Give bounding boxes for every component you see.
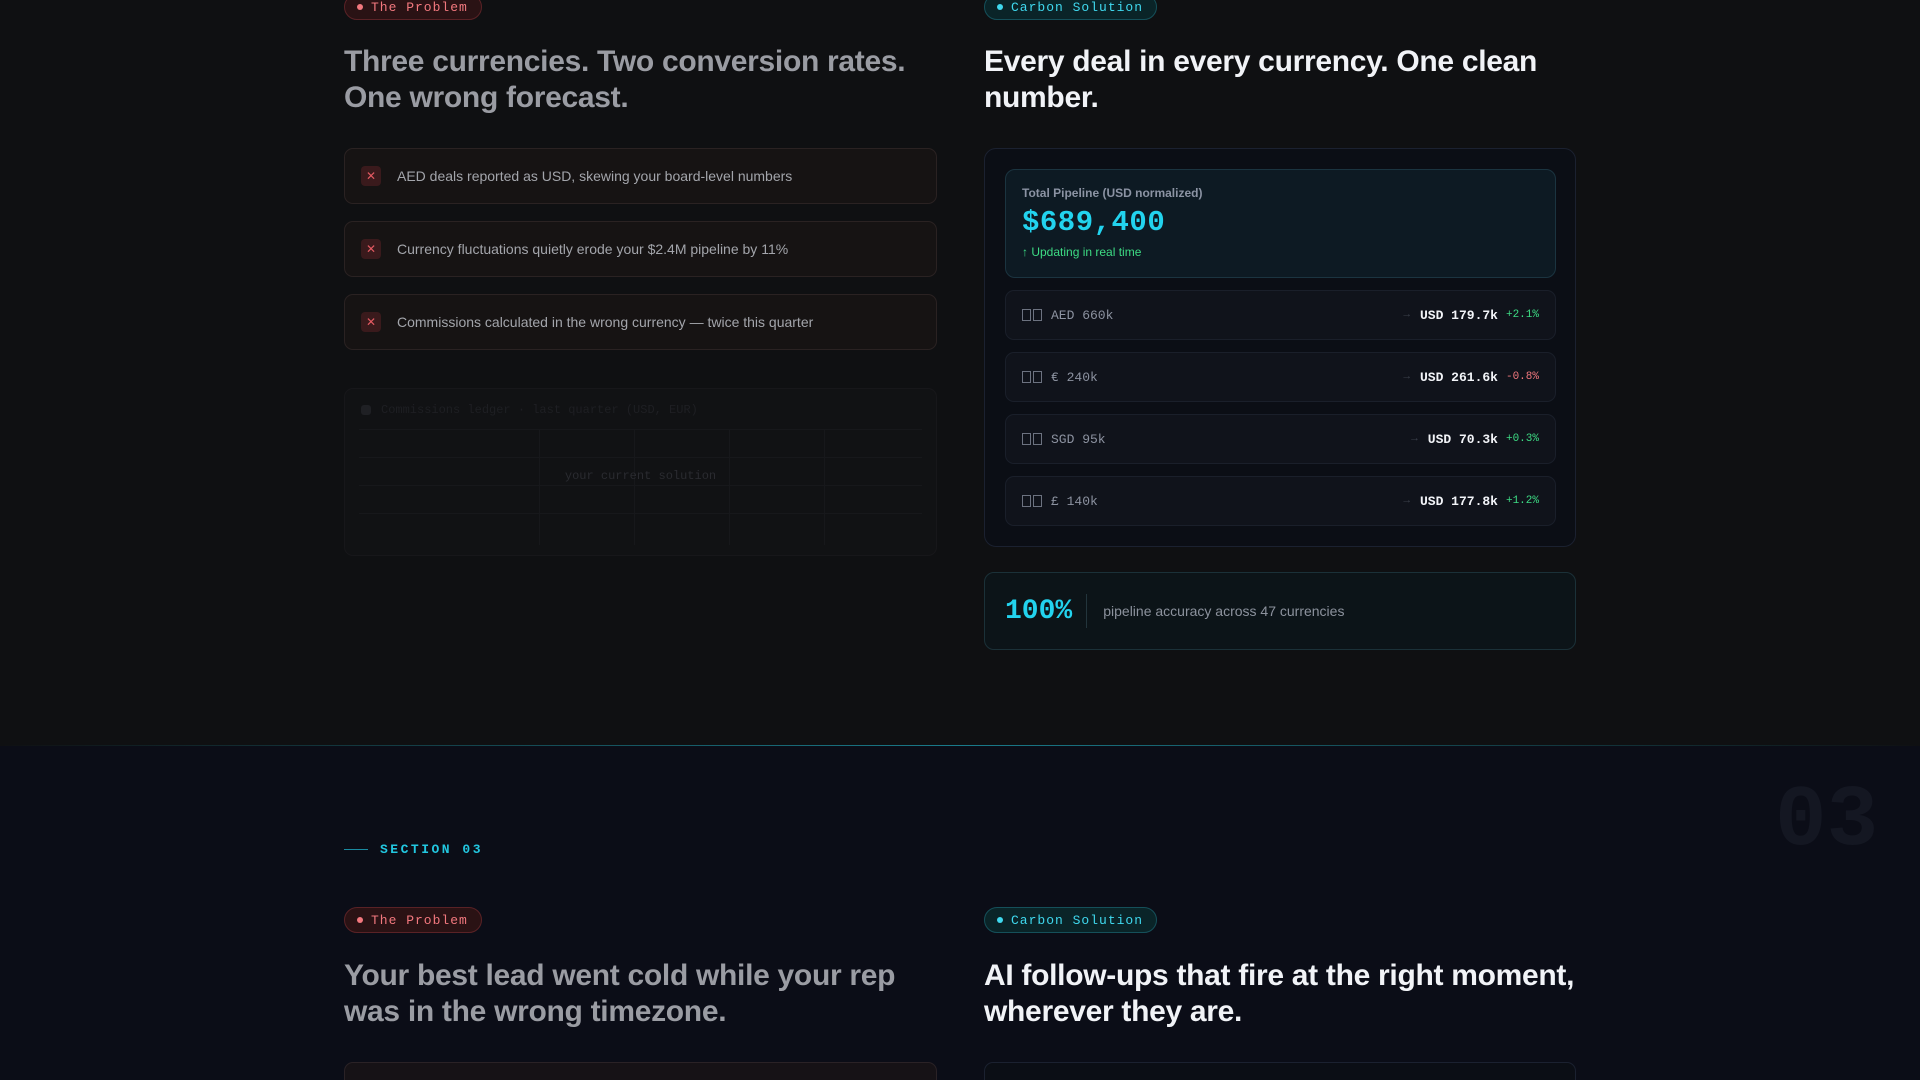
currency-usd-value: USD 261.6k bbox=[1419, 369, 1498, 385]
problem-heading-line1: Your best lead went cold while your rep bbox=[344, 959, 896, 992]
arrow-right-icon: → bbox=[1403, 371, 1410, 383]
total-pipeline-label: Total Pipeline (USD normalized) bbox=[1022, 186, 1203, 200]
solution-card-partial bbox=[984, 1062, 1576, 1080]
currency-source: £ 140k bbox=[1051, 493, 1098, 509]
problem-list: ✕ AED deals reported as USD, skewing you… bbox=[344, 0, 937, 746]
currency-change: +1.2% bbox=[1505, 495, 1539, 507]
ghost-center-text: your current solution bbox=[564, 469, 717, 483]
page: The Problem Three currencies. Two conver… bbox=[0, 0, 1920, 1080]
currency-conversion: → USD 70.3k +0.3% bbox=[1411, 432, 1539, 447]
faded-current-solution-table: Commissions ledger · last quarter (USD, … bbox=[344, 388, 937, 556]
section-label-text: SECTION 03 bbox=[380, 842, 484, 857]
problem-item: ✕ Currency fluctuations quietly erode yo… bbox=[344, 221, 937, 277]
solution-pill-label: Carbon Solution bbox=[1011, 912, 1144, 928]
problem-column-03: The Problem bbox=[344, 907, 937, 933]
flag-icon bbox=[1022, 371, 1042, 383]
problem-item-text: AED deals reported as USD, skewing your … bbox=[397, 168, 793, 184]
currency-source: SGD 95k bbox=[1051, 431, 1106, 447]
arrow-right-icon: → bbox=[1411, 433, 1418, 445]
ghost-grid bbox=[359, 429, 922, 545]
currency-change: -0.8% bbox=[1505, 371, 1539, 383]
currency-conversion: → USD 177.8k +1.2% bbox=[1403, 494, 1539, 509]
total-pipeline-value: $689,400 bbox=[1022, 206, 1166, 239]
currency-row: AED 660k → USD 179.7k +2.1% bbox=[1005, 290, 1556, 340]
currency-row: € 240k → USD 261.6k -0.8% bbox=[1005, 352, 1556, 402]
section-02: The Problem Three currencies. Two conver… bbox=[0, 0, 1920, 746]
ghost-col bbox=[729, 429, 730, 545]
currency-panel: Total Pipeline (USD normalized) $689,400… bbox=[984, 148, 1576, 547]
solution-heading-03: AI follow-ups that fire at the right mom… bbox=[984, 958, 1576, 1030]
section-number-watermark: 03 bbox=[1775, 772, 1879, 870]
currency-usd-value: USD 70.3k bbox=[1427, 431, 1498, 447]
currency-source: € 240k bbox=[1051, 369, 1098, 385]
x-mark-icon: ✕ bbox=[361, 166, 381, 186]
flag-icon bbox=[1022, 433, 1042, 445]
accuracy-value: 100% bbox=[1005, 595, 1073, 627]
arrow-right-icon: → bbox=[1403, 495, 1410, 507]
problem-item-text: Currency fluctuations quietly erode your… bbox=[397, 241, 789, 257]
ghost-row bbox=[359, 429, 922, 457]
red-dot-icon bbox=[357, 917, 363, 923]
currency-conversion: → USD 261.6k -0.8% bbox=[1403, 370, 1539, 385]
square-icon bbox=[361, 405, 371, 415]
ghost-col bbox=[539, 429, 540, 545]
problem-heading-line2: was in the wrong timezone. bbox=[344, 995, 727, 1028]
problem-item-text: Commissions calculated in the wrong curr… bbox=[397, 314, 814, 330]
ghost-title-text: Commissions ledger · last quarter (USD, … bbox=[381, 403, 698, 417]
total-pipeline-card: Total Pipeline (USD normalized) $689,400… bbox=[1005, 169, 1556, 278]
currency-change: +0.3% bbox=[1505, 433, 1539, 445]
ghost-row bbox=[359, 485, 922, 513]
currency-change: +2.1% bbox=[1505, 309, 1539, 321]
currency-usd-value: USD 177.8k bbox=[1419, 493, 1498, 509]
problem-heading-03: Your best lead went cold while your rep … bbox=[344, 958, 937, 1030]
solution-heading-line2: wherever they are. bbox=[984, 995, 1243, 1028]
realtime-status: ↑ Updating in real time bbox=[1022, 245, 1142, 259]
flag-icon bbox=[1022, 309, 1042, 321]
currency-conversion: → USD 179.7k +2.1% bbox=[1403, 308, 1539, 323]
arrow-right-icon: → bbox=[1403, 309, 1410, 321]
problem-card-partial bbox=[344, 1062, 937, 1080]
currency-source: AED 660k bbox=[1051, 307, 1114, 323]
section-03 bbox=[0, 746, 1920, 1080]
x-mark-icon: ✕ bbox=[361, 239, 381, 259]
solution-pill: Carbon Solution bbox=[984, 907, 1158, 933]
currency-row: £ 140k → USD 177.8k +1.2% bbox=[1005, 476, 1556, 526]
problem-item: ✕ AED deals reported as USD, skewing you… bbox=[344, 148, 937, 204]
solution-visual: Total Pipeline (USD normalized) $689,400… bbox=[984, 0, 1576, 746]
accuracy-stat: 100% pipeline accuracy across 47 currenc… bbox=[984, 572, 1576, 650]
x-mark-icon: ✕ bbox=[361, 312, 381, 332]
solution-column-03: Carbon Solution bbox=[984, 907, 1576, 933]
problem-pill: The Problem bbox=[344, 907, 482, 933]
ghost-row bbox=[359, 513, 922, 541]
ghost-title: Commissions ledger · last quarter (USD, … bbox=[361, 403, 698, 417]
currency-row: SGD 95k → USD 70.3k +0.3% bbox=[1005, 414, 1556, 464]
flag-icon bbox=[1022, 495, 1042, 507]
section-label-line bbox=[344, 849, 368, 850]
ghost-col bbox=[634, 429, 635, 545]
problem-item: ✕ Commissions calculated in the wrong cu… bbox=[344, 294, 937, 350]
accuracy-label: pipeline accuracy across 47 currencies bbox=[1103, 603, 1345, 619]
section-label: SECTION 03 bbox=[344, 842, 483, 857]
stat-divider bbox=[1086, 594, 1088, 628]
cyan-dot-icon bbox=[997, 917, 1003, 923]
solution-heading-line1: AI follow-ups that fire at the right mom… bbox=[984, 959, 1575, 992]
currency-usd-value: USD 179.7k bbox=[1419, 307, 1498, 323]
ghost-col bbox=[824, 429, 825, 545]
problem-pill-label: The Problem bbox=[371, 912, 468, 928]
